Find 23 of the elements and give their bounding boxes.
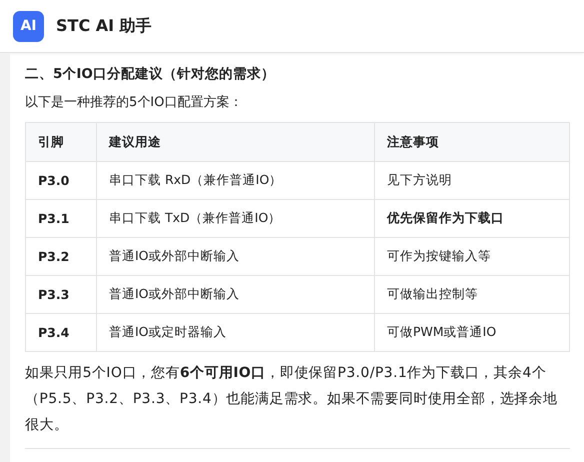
- ai-logo: AI: [13, 10, 44, 42]
- app-title: STC AI 助手: [56, 16, 152, 36]
- table-cell: 普通IO或定时器输入: [96, 314, 374, 352]
- table-cell: 可做PWM或普通IO: [374, 314, 570, 352]
- table-cell: P3.2: [26, 238, 96, 276]
- column-header: 引脚: [26, 122, 96, 162]
- table-cell: P3.3: [26, 276, 96, 314]
- summary-paragraph: 如果只用5个IO口，您有6个可用IO口，即使保留P3.0/P3.1作为下载口，其余4个（P5.5、P3.2、P3.3、P3.4）也能满足需求。如果不需要同时使用全部，选择余地很大。: [25, 364, 558, 435]
- table-cell: 优先保留作为下载口: [374, 200, 570, 238]
- table-cell: 可作为按键输入等: [374, 238, 570, 276]
- column-header: 注意事项: [374, 122, 570, 162]
- table-cell: 见下方说明: [374, 162, 570, 200]
- table-cell: 串口下载 RxD（兼作普通IO）: [96, 162, 374, 200]
- intro-text: 以下是一种推荐的5个IO口配置方案：: [25, 94, 244, 111]
- table-cell: P3.1: [26, 200, 96, 238]
- table-cell: 串口下载 TxD（兼作普通IO）: [96, 200, 374, 238]
- section-heading: 二、5个IO口分配建议（针对您的需求）: [25, 65, 276, 83]
- table-cell: 普通IO或外部中断输入: [96, 276, 374, 314]
- table-cell: 普通IO或外部中断输入: [96, 238, 374, 276]
- table-cell: P3.4: [26, 314, 96, 352]
- table-cell: 可做输出控制等: [374, 276, 570, 314]
- table-cell: P3.0: [26, 162, 96, 200]
- column-header: 建议用途: [96, 122, 374, 162]
